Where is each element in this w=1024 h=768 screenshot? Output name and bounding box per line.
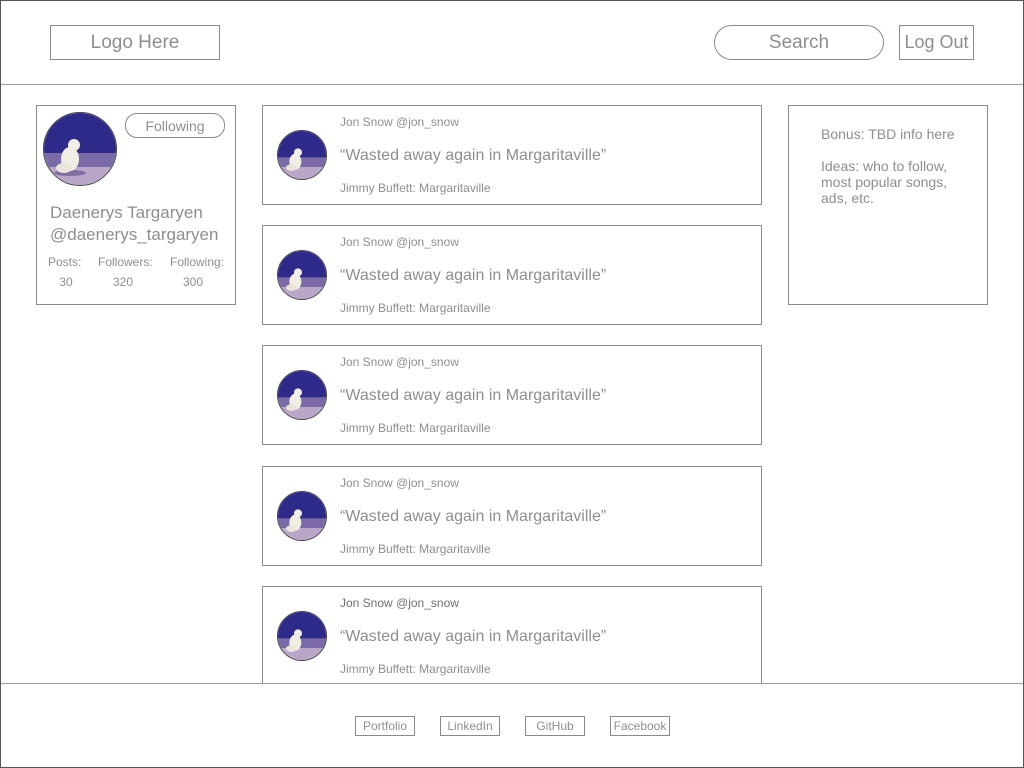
post-card[interactable]: Jon Snow @jon_snow “Wasted away again in…	[262, 466, 762, 566]
post-source: Jimmy Buffett: Margaritaville	[340, 301, 491, 315]
polar-bear-avatar-image	[278, 612, 326, 660]
info-bonus-text: Bonus: TBD info here	[821, 126, 955, 142]
polar-bear-avatar-image	[44, 113, 116, 185]
post-source: Jimmy Buffett: Margaritaville	[340, 542, 491, 556]
info-card: Bonus: TBD info here Ideas: who to follo…	[788, 105, 988, 305]
logo[interactable]: Logo Here	[50, 25, 220, 60]
post-card[interactable]: Jon Snow @jon_snow “Wasted away again in…	[262, 225, 762, 325]
post-source: Jimmy Buffett: Margaritaville	[340, 662, 491, 676]
polar-bear-avatar-image	[278, 492, 326, 540]
post-author[interactable]: Jon Snow @jon_snow	[340, 115, 459, 129]
post-avatar[interactable]	[277, 250, 327, 300]
logout-button[interactable]: Log Out	[899, 25, 974, 60]
stat-posts-label: Posts:	[48, 255, 82, 269]
post-avatar[interactable]	[277, 370, 327, 420]
post-source: Jimmy Buffett: Margaritaville	[340, 181, 491, 195]
post-quote: “Wasted away again in Margaritaville”	[340, 147, 607, 164]
stat-following-value: 300	[182, 275, 204, 289]
post-author[interactable]: Jon Snow @jon_snow	[340, 596, 459, 610]
footer-link-facebook[interactable]: Facebook	[610, 716, 670, 736]
profile-handle: @daenerys_targaryen	[50, 225, 219, 244]
post-author[interactable]: Jon Snow @jon_snow	[340, 476, 459, 490]
post-quote: “Wasted away again in Margaritaville”	[340, 387, 607, 404]
post-card[interactable]: Jon Snow @jon_snow “Wasted away again in…	[262, 345, 762, 445]
info-ideas-text: Ideas: who to follow, most popular songs…	[821, 158, 948, 206]
post-quote: “Wasted away again in Margaritaville”	[340, 628, 607, 645]
post-source: Jimmy Buffett: Margaritaville	[340, 421, 491, 435]
stat-followers-value: 320	[112, 275, 134, 289]
stat-following-label: Following:	[170, 255, 225, 269]
post-author[interactable]: Jon Snow @jon_snow	[340, 355, 459, 369]
post-quote: “Wasted away again in Margaritaville”	[340, 267, 607, 284]
post-card[interactable]: Jon Snow @jon_snow “Wasted away again in…	[262, 586, 762, 683]
avatar[interactable]	[43, 112, 117, 186]
stat-followers-label: Followers:	[98, 255, 153, 269]
polar-bear-avatar-image	[278, 371, 326, 419]
post-quote: “Wasted away again in Margaritaville”	[340, 508, 607, 525]
post-avatar[interactable]	[277, 130, 327, 180]
post-card[interactable]: Jon Snow @jon_snow “Wasted away again in…	[262, 105, 762, 205]
post-avatar[interactable]	[277, 611, 327, 661]
polar-bear-avatar-image	[278, 131, 326, 179]
post-avatar[interactable]	[277, 491, 327, 541]
profile-name: Daenerys Targaryen	[50, 203, 203, 222]
following-button[interactable]: Following	[125, 113, 225, 138]
polar-bear-avatar-image	[278, 251, 326, 299]
footer-divider	[1, 683, 1023, 684]
footer-link-github[interactable]: GitHub	[525, 716, 585, 736]
header-divider	[1, 84, 1023, 85]
footer-link-linkedin[interactable]: LinkedIn	[440, 716, 500, 736]
post-feed[interactable]: Jon Snow @jon_snow “Wasted away again in…	[262, 105, 762, 683]
search-input[interactable]: Search	[714, 25, 884, 60]
post-author[interactable]: Jon Snow @jon_snow	[340, 235, 459, 249]
footer-link-portfolio[interactable]: Portfolio	[355, 716, 415, 736]
profile-card: Following Daenerys Targaryen @daenerys_t…	[36, 105, 236, 305]
stat-posts-value: 30	[59, 275, 73, 289]
